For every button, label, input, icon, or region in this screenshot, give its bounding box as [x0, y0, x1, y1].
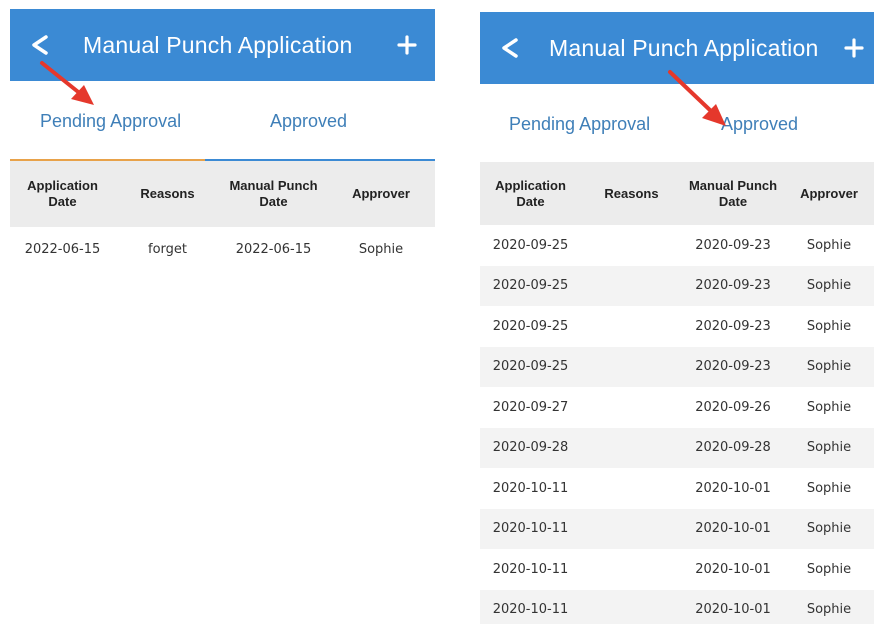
header-line: Application — [27, 178, 98, 193]
cell-manual-punch-date: 2020-09-23 — [695, 359, 771, 375]
cell-approver: Sophie — [806, 521, 852, 537]
column-header-manual-punch-date: Manual Punch Date — [682, 178, 784, 210]
column-header-approver: Approver — [800, 185, 858, 201]
table-header: Application Date Reasons Manual Punch Date… — [480, 162, 874, 225]
cell-manual-punch-date: 2020-09-28 — [695, 440, 771, 456]
tab-label: Pending Approval — [509, 113, 651, 134]
header-line: Date — [259, 194, 288, 209]
table-row[interactable]: 2022-06-15 forget 2022-06-15 Sophie — [10, 227, 435, 271]
tab-label: Approved — [721, 113, 799, 134]
cell-manual-punch-date: 2020-10-01 — [695, 561, 771, 577]
cell-application-date: 2020-09-27 — [492, 399, 569, 415]
table-row[interactable]: 2020-10-11 2020-10-01 Sophie — [480, 508, 874, 549]
header-line: Manual Punch — [229, 178, 318, 193]
table-row[interactable]: 2020-09-25 2020-09-23 Sophie — [480, 265, 874, 306]
cell-application-date: 2020-10-11 — [492, 521, 569, 537]
cell-application-date: 2020-10-11 — [492, 602, 569, 618]
cell-application-date: 2020-09-25 — [492, 278, 569, 294]
cell-manual-punch-date: 2022-06-15 — [235, 241, 312, 257]
cell-approver: Sophie — [806, 359, 852, 375]
left-screen: Manual Punch Application Pending Approva… — [10, 9, 435, 624]
add-button[interactable] — [834, 12, 874, 84]
column-header-application-date: Application Date — [480, 178, 581, 210]
cell-manual-punch-date: 2020-10-01 — [695, 480, 771, 496]
cell-manual-punch-date: 2020-09-23 — [695, 237, 771, 253]
table-header: Application Date Reasons Manual Punch Date… — [10, 161, 435, 227]
back-button[interactable] — [488, 12, 532, 84]
table-row[interactable]: 2020-09-25 2020-09-23 Sophie — [480, 225, 874, 266]
cell-application-date: 2020-09-25 — [492, 237, 569, 253]
cell-reason: forget — [148, 241, 187, 257]
cell-approver: Sophie — [806, 278, 852, 294]
table-row[interactable]: 2020-09-25 2020-09-23 Sophie — [480, 306, 874, 347]
cell-manual-punch-date: 2020-09-23 — [695, 278, 771, 294]
header-line: Manual Punch — [688, 177, 778, 193]
column-header-manual-punch-date: Manual Punch Date — [220, 178, 327, 210]
cell-approver: Sophie — [358, 241, 404, 257]
right-screen: Manual Punch Application Pending Approva… — [480, 12, 874, 624]
header-line: Date — [718, 193, 748, 209]
cell-manual-punch-date: 2020-09-26 — [695, 399, 771, 415]
cell-application-date: 2020-10-11 — [492, 561, 569, 577]
header-line: Date — [516, 193, 545, 209]
cell-approver: Sophie — [806, 318, 852, 334]
table-row[interactable]: 2020-10-11 2020-10-01 Sophie — [480, 468, 874, 509]
column-header-approver: Approver — [352, 186, 410, 201]
header-line: Date — [48, 194, 77, 209]
tab-label: Approved — [270, 110, 348, 131]
table-body: 2020-09-25 2020-09-23 Sophie 2020-09-25 2020… — [480, 225, 874, 624]
plus-icon — [844, 38, 864, 58]
cell-manual-punch-date: 2020-10-01 — [695, 602, 771, 618]
punch-table: Application Date Reasons Manual Punch Date… — [10, 161, 435, 271]
back-chevron-icon — [502, 38, 518, 58]
tab-label: Pending Approval — [40, 110, 182, 131]
cell-approver: Sophie — [806, 440, 852, 456]
table-row[interactable]: 2020-10-11 2020-10-01 Sophie — [480, 589, 874, 624]
cell-approver: Sophie — [806, 480, 852, 496]
add-button[interactable] — [387, 9, 427, 81]
plus-icon — [397, 35, 417, 55]
cell-approver: Sophie — [806, 602, 852, 618]
cell-application-date: 2020-10-11 — [492, 480, 569, 496]
tab-pending-approval[interactable]: Pending Approval — [480, 84, 662, 164]
punch-table: Application Date Reasons Manual Punch Date… — [480, 162, 874, 624]
cell-approver: Sophie — [806, 237, 852, 253]
tab-approved[interactable]: Approved — [205, 81, 435, 161]
cell-application-date: 2022-06-15 — [24, 241, 101, 257]
cell-application-date: 2020-09-28 — [492, 440, 569, 456]
cell-manual-punch-date: 2020-10-01 — [695, 521, 771, 537]
table-row[interactable]: 2020-09-27 2020-09-26 Sophie — [480, 387, 874, 428]
table-row[interactable]: 2020-09-25 2020-09-23 Sophie — [480, 346, 874, 387]
column-header-reasons: Reasons — [604, 185, 659, 201]
page-title: Manual Punch Application — [83, 31, 353, 58]
table-row[interactable]: 2020-10-11 2020-10-01 Sophie — [480, 549, 874, 590]
column-header-reasons: Reasons — [140, 186, 195, 201]
annotation-arrow — [668, 70, 726, 126]
cell-manual-punch-date: 2020-09-23 — [695, 318, 771, 334]
column-header-application-date: Application Date — [10, 178, 115, 210]
annotation-arrow — [40, 61, 94, 105]
table-row[interactable]: 2020-09-28 2020-09-28 Sophie — [480, 427, 874, 468]
back-chevron-icon — [32, 35, 48, 55]
cell-application-date: 2020-09-25 — [492, 318, 569, 334]
cell-approver: Sophie — [806, 399, 852, 415]
cell-application-date: 2020-09-25 — [492, 359, 569, 375]
header-line: Application — [495, 177, 566, 193]
cell-approver: Sophie — [806, 561, 852, 577]
